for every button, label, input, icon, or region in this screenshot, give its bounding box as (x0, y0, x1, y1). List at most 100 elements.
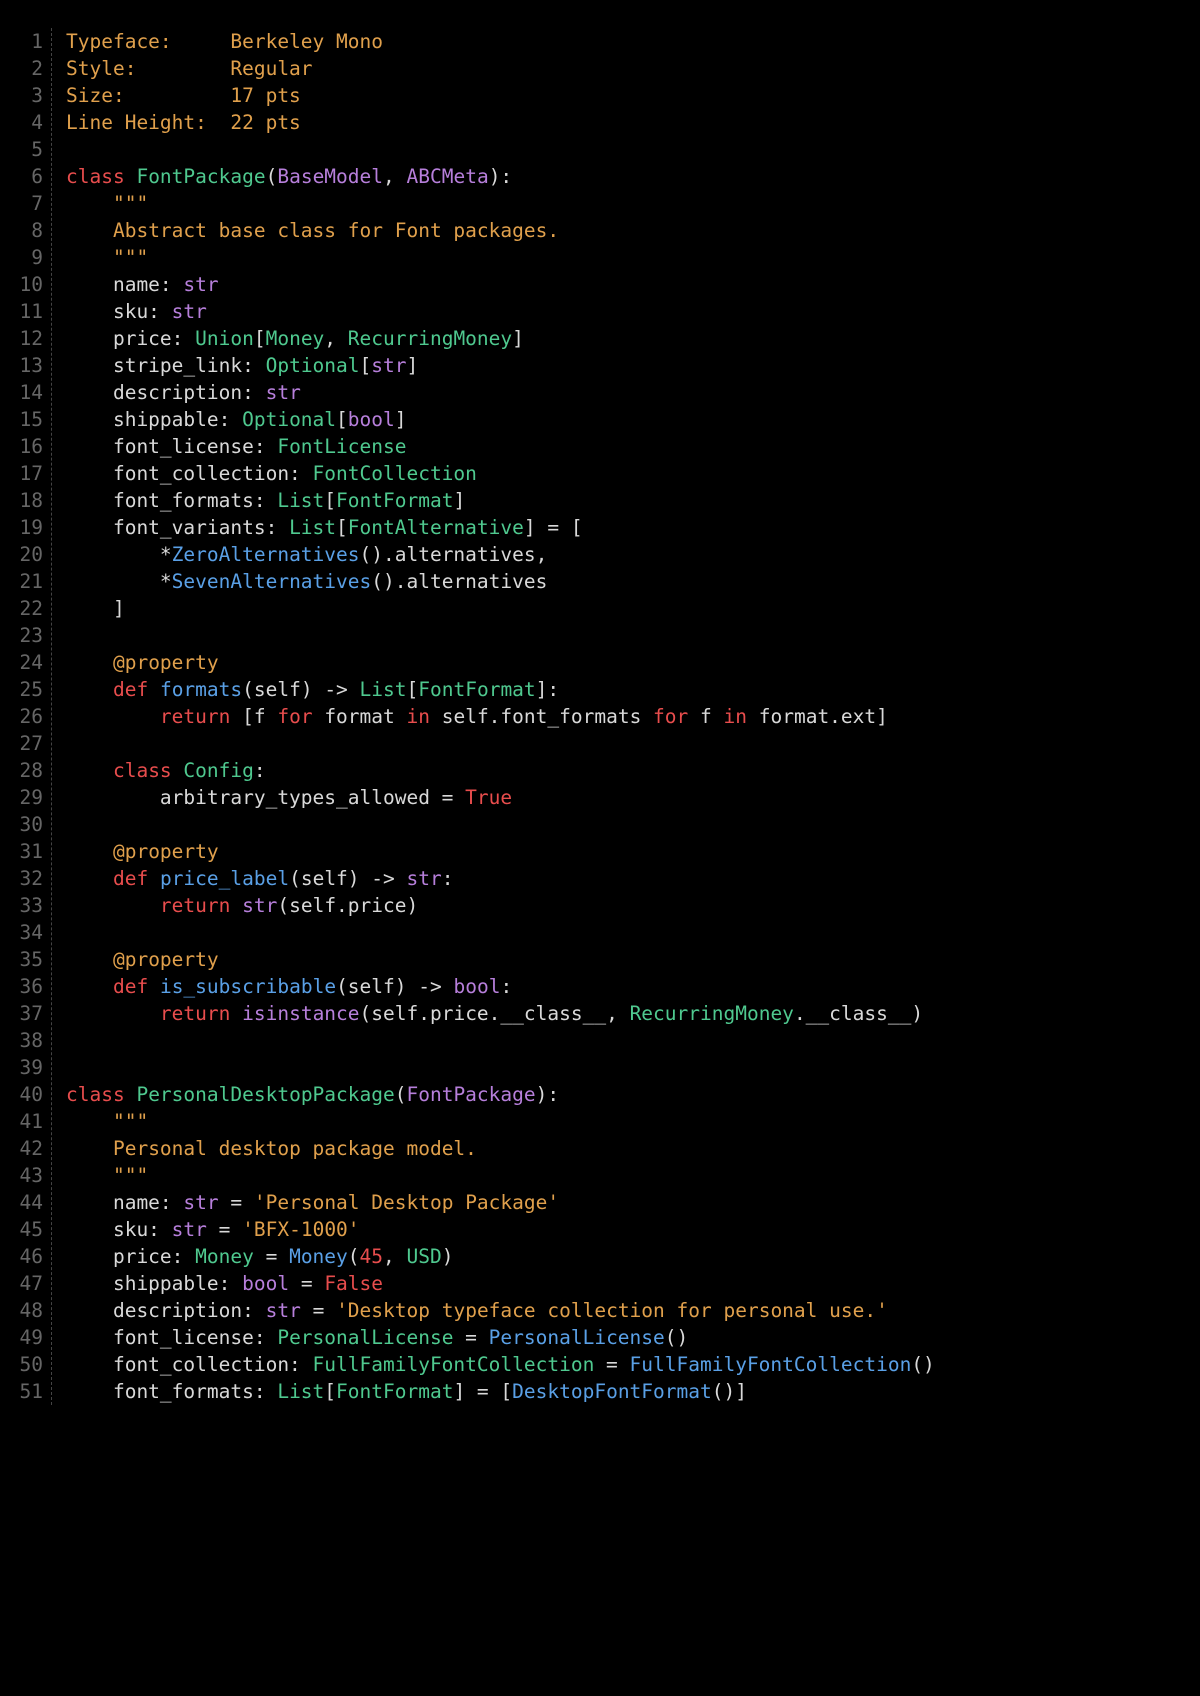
code-token: font_collection: (66, 462, 313, 485)
code-token: Abstract base class for Font packages. (113, 219, 559, 242)
line-number: 28 (0, 757, 43, 784)
code-token (148, 975, 160, 998)
code-line: name: str = 'Personal Desktop Package' (66, 1189, 935, 1216)
code-line: return [f for format in self.font_format… (66, 703, 935, 730)
code-line (66, 1054, 935, 1081)
code-token: .__class__) (794, 1002, 923, 1025)
code-token: = (219, 1191, 254, 1214)
line-number: 8 (0, 217, 43, 244)
code-token: str (242, 894, 277, 917)
code-line: Style: Regular (66, 55, 935, 82)
code-token: str (371, 354, 406, 377)
code-token: FontLicense (277, 435, 406, 458)
code-token: @property (113, 948, 219, 971)
code-token: ] (395, 408, 407, 431)
code-token: 'Desktop typeface collection for persona… (336, 1299, 888, 1322)
code-token (66, 894, 160, 917)
line-number: 18 (0, 487, 43, 514)
code-token: font_license: (66, 1326, 277, 1349)
line-number: 12 (0, 325, 43, 352)
code-token: ]: (536, 678, 559, 701)
code-token: ( (395, 1083, 407, 1106)
line-number: 26 (0, 703, 43, 730)
code-token: formats (160, 678, 242, 701)
code-token (230, 894, 242, 917)
line-number: 15 (0, 406, 43, 433)
code-token: ): (536, 1083, 559, 1106)
code-token (66, 948, 113, 971)
code-token: str (266, 1299, 301, 1322)
code-token: for (653, 705, 688, 728)
line-number: 50 (0, 1351, 43, 1378)
code-token: font_formats: (66, 489, 277, 512)
code-token: Config (183, 759, 253, 782)
code-line: def formats(self) -> List[FontFormat]: (66, 676, 935, 703)
line-number: 38 (0, 1027, 43, 1054)
code-token: PersonalLicense (277, 1326, 453, 1349)
code-token: SevenAlternatives (172, 570, 372, 593)
code-token: font_collection: (66, 1353, 313, 1376)
code-line: Line Height: 22 pts (66, 109, 935, 136)
code-token (66, 651, 113, 674)
code-token: ( (266, 165, 278, 188)
code-line: class FontPackage(BaseModel, ABCMeta): (66, 163, 935, 190)
code-token: price_label (160, 867, 289, 890)
code-line: description: str = 'Desktop typeface col… (66, 1297, 935, 1324)
code-token: price: (66, 1245, 195, 1268)
code-token: class (66, 1083, 125, 1106)
code-token: USD (407, 1245, 442, 1268)
code-token: PersonalDesktopPackage (136, 1083, 394, 1106)
code-token: format.ext] (747, 705, 888, 728)
code-line: font_collection: FontCollection (66, 460, 935, 487)
code-token: * (66, 543, 172, 566)
code-token: arbitrary_types_allowed = (66, 786, 465, 809)
line-number: 27 (0, 730, 43, 757)
code-token (66, 192, 113, 215)
code-token: () (665, 1326, 688, 1349)
code-token (66, 759, 113, 782)
code-token: [ (254, 327, 266, 350)
code-line: font_license: FontLicense (66, 433, 935, 460)
code-token: DesktopFontFormat (512, 1380, 712, 1403)
code-token: [ (360, 354, 372, 377)
line-number: 19 (0, 514, 43, 541)
code-token: """ (113, 246, 148, 269)
code-token: ().alternatives, (360, 543, 548, 566)
line-number: 22 (0, 595, 43, 622)
code-token: [ (324, 1380, 336, 1403)
code-line: font_formats: List[FontFormat] (66, 487, 935, 514)
code-line: *SevenAlternatives().alternatives (66, 568, 935, 595)
code-token: List (277, 489, 324, 512)
line-number: 51 (0, 1378, 43, 1405)
code-token: description: (66, 381, 266, 404)
code-line: @property (66, 838, 935, 865)
code-token: FontFormat (336, 489, 453, 512)
code-token: , (383, 1245, 406, 1268)
code-token: class (66, 165, 125, 188)
code-token (172, 759, 184, 782)
code-token (66, 975, 113, 998)
code-token: (self.price) (277, 894, 418, 917)
line-number-gutter: 1234567891011121314151617181920212223242… (0, 28, 52, 1405)
code-token: Style: Regular (66, 57, 313, 80)
line-number: 17 (0, 460, 43, 487)
code-token: False (324, 1272, 383, 1295)
code-token: List (360, 678, 407, 701)
line-number: 41 (0, 1108, 43, 1135)
code-token (66, 1137, 113, 1160)
code-line: @property (66, 649, 935, 676)
code-token: True (465, 786, 512, 809)
code-line: sku: str (66, 298, 935, 325)
code-token: , (383, 165, 406, 188)
code-token: in (724, 705, 747, 728)
line-number: 48 (0, 1297, 43, 1324)
code-token: Personal desktop package model. (113, 1137, 477, 1160)
code-token: BaseModel (277, 165, 383, 188)
code-token (125, 165, 137, 188)
code-line (66, 136, 935, 163)
line-number: 24 (0, 649, 43, 676)
code-token: for (277, 705, 312, 728)
line-number: 10 (0, 271, 43, 298)
code-token: FontCollection (313, 462, 477, 485)
line-number: 42 (0, 1135, 43, 1162)
